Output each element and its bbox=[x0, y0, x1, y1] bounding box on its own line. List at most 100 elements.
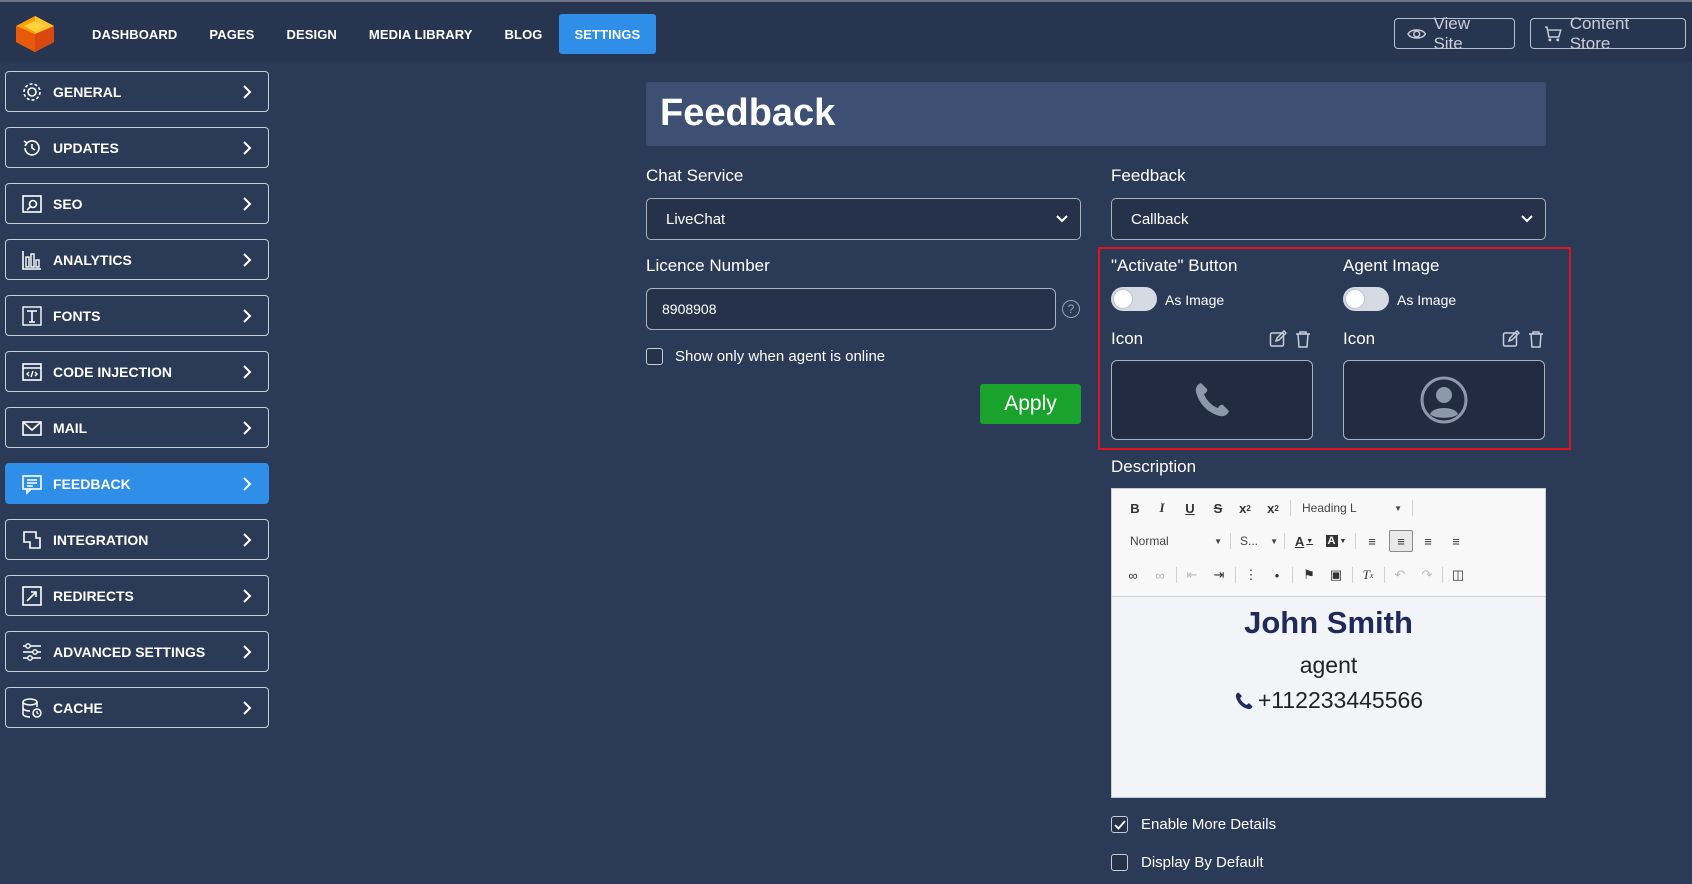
trash-icon[interactable] bbox=[1294, 330, 1312, 348]
sidebar-item-label: REDIRECTS bbox=[53, 587, 134, 604]
text-color-button[interactable]: A ▼ bbox=[1292, 530, 1316, 552]
feedback-label: Feedback bbox=[1111, 166, 1186, 185]
undo-icon[interactable]: ↶ bbox=[1390, 564, 1410, 586]
font-icon bbox=[22, 305, 42, 326]
activate-as-image-toggle[interactable] bbox=[1111, 287, 1157, 311]
align-justify-icon[interactable]: ≡ bbox=[1446, 530, 1466, 552]
page-title: Feedback bbox=[660, 92, 836, 134]
view-site-label: View Site bbox=[1433, 13, 1470, 53]
sidebar-item-mail[interactable]: MAIL bbox=[5, 407, 269, 448]
page-title-box: Feedback bbox=[646, 82, 1546, 146]
bulleted-list-icon[interactable]: • bbox=[1267, 564, 1287, 586]
activate-icon-label: Icon bbox=[1111, 329, 1144, 348]
agent-icon-preview[interactable] bbox=[1343, 360, 1545, 440]
chevron-right-icon bbox=[243, 196, 252, 211]
edit-icon[interactable] bbox=[1269, 330, 1287, 348]
licence-number-value: 8908908 bbox=[662, 301, 717, 317]
sidebar-item-label: CODE INJECTION bbox=[53, 363, 173, 380]
display-by-default-checkbox[interactable] bbox=[1111, 854, 1128, 871]
seo-icon bbox=[22, 194, 42, 213]
strikethrough-button[interactable]: S bbox=[1209, 497, 1227, 519]
description-label: Description bbox=[1111, 457, 1197, 476]
sidebar-item-label: MAIL bbox=[53, 419, 88, 436]
anchor-flag-icon[interactable]: ⚑ bbox=[1299, 564, 1319, 586]
activate-icon-preview[interactable] bbox=[1111, 360, 1313, 440]
agent-name: John Smith bbox=[1244, 605, 1413, 640]
nav-media-library[interactable]: MEDIA LIBRARY bbox=[353, 14, 489, 54]
enable-more-details-checkbox[interactable] bbox=[1111, 816, 1128, 833]
chevron-right-icon bbox=[243, 364, 252, 379]
sidebar-item-integration[interactable]: INTEGRATION bbox=[5, 519, 269, 560]
sidebar-item-label: GENERAL bbox=[53, 83, 122, 100]
chevron-down-icon bbox=[1521, 215, 1533, 223]
online-only-label: Show only when agent is online bbox=[675, 348, 886, 365]
description-editor[interactable]: B I U S x2 x2 Heading L ▼ Normal ▼ S... ▼ A… bbox=[1111, 488, 1546, 798]
nav-settings[interactable]: SETTINGS bbox=[558, 14, 657, 54]
sidebar-item-label: FONTS bbox=[53, 307, 101, 324]
help-icon[interactable]: ? bbox=[1062, 300, 1080, 318]
checkmark-icon bbox=[1113, 819, 1126, 830]
history-icon bbox=[23, 139, 40, 156]
align-left-icon[interactable]: ≡ bbox=[1362, 530, 1382, 552]
chat-service-select[interactable]: LiveChat bbox=[646, 198, 1081, 240]
numbered-list-icon[interactable]: ⋮ bbox=[1241, 564, 1261, 586]
apply-button[interactable]: Apply bbox=[980, 384, 1081, 424]
font-size-dropdown[interactable]: S... ▼ bbox=[1240, 530, 1278, 552]
nav-dashboard[interactable]: DASHBOARD bbox=[76, 14, 193, 54]
sidebar-item-label: CACHE bbox=[53, 699, 103, 716]
store-icon bbox=[1544, 25, 1562, 41]
sidebar-item-fonts[interactable]: FONTS bbox=[5, 295, 269, 336]
chevron-right-icon bbox=[243, 420, 252, 435]
bold-button[interactable]: B bbox=[1126, 497, 1144, 519]
content-store-button[interactable]: Content Store bbox=[1530, 14, 1686, 53]
logo-icon[interactable] bbox=[14, 14, 56, 54]
clear-format-icon[interactable]: Tx bbox=[1358, 564, 1378, 586]
eye-icon bbox=[1407, 28, 1427, 39]
source-icon[interactable]: ◫ bbox=[1448, 564, 1468, 586]
content-store-label: Content Store bbox=[1569, 13, 1630, 53]
cache-icon bbox=[22, 697, 42, 718]
unlink-icon[interactable]: ∞ bbox=[1150, 564, 1170, 586]
sidebar-item-label: SEO bbox=[53, 195, 83, 212]
sidebar-item-seo[interactable]: SEO bbox=[5, 183, 269, 224]
sidebar-item-code-injection[interactable]: CODE INJECTION bbox=[5, 351, 269, 392]
sidebar-item-advanced-settings[interactable]: ADVANCED SETTINGS bbox=[5, 631, 269, 672]
outdent-icon[interactable]: ⇤ bbox=[1182, 564, 1202, 586]
nav-pages[interactable]: PAGES bbox=[193, 14, 270, 54]
sliders-icon bbox=[23, 642, 41, 661]
background-color-button[interactable]: A ▼ bbox=[1323, 530, 1349, 552]
image-icon[interactable]: ▣ bbox=[1326, 564, 1346, 586]
heading-dropdown[interactable]: Heading L ▼ bbox=[1302, 497, 1402, 519]
sidebar-item-label: UPDATES bbox=[53, 139, 119, 156]
sidebar-item-updates[interactable]: UPDATES bbox=[5, 127, 269, 168]
underline-button[interactable]: U bbox=[1181, 497, 1199, 519]
nav-design[interactable]: DESIGN bbox=[270, 14, 352, 54]
sidebar-item-cache[interactable]: CACHE bbox=[5, 687, 269, 728]
activate-button-label: "Activate" Button bbox=[1111, 256, 1238, 275]
redo-icon[interactable]: ↷ bbox=[1417, 564, 1437, 586]
sidebar-item-analytics[interactable]: ANALYTICS bbox=[5, 239, 269, 280]
edit-icon[interactable] bbox=[1502, 330, 1520, 348]
online-only-checkbox[interactable] bbox=[646, 348, 663, 365]
align-center-icon[interactable]: ≡ bbox=[1389, 530, 1413, 552]
format-dropdown[interactable]: Normal ▼ bbox=[1130, 530, 1222, 552]
agent-as-image-toggle[interactable] bbox=[1343, 287, 1389, 311]
gear-icon bbox=[23, 82, 41, 101]
chat-service-value: LiveChat bbox=[666, 210, 726, 228]
agent-icon-label: Icon bbox=[1343, 329, 1376, 348]
italic-button[interactable]: I bbox=[1153, 497, 1171, 519]
subscript-button[interactable]: x2 bbox=[1236, 497, 1254, 519]
align-right-icon[interactable]: ≡ bbox=[1418, 530, 1438, 552]
activate-as-image-label: As Image bbox=[1165, 292, 1225, 308]
view-site-button[interactable]: View Site bbox=[1394, 14, 1515, 53]
sidebar-item-redirects[interactable]: REDIRECTS bbox=[5, 575, 269, 616]
indent-icon[interactable]: ⇥ bbox=[1209, 564, 1229, 586]
nav-blog[interactable]: BLOG bbox=[489, 14, 559, 54]
link-icon[interactable]: ∞ bbox=[1123, 564, 1143, 586]
trash-icon[interactable] bbox=[1527, 330, 1545, 348]
feedback-select[interactable]: Callback bbox=[1111, 198, 1546, 240]
superscript-button[interactable]: x2 bbox=[1264, 497, 1282, 519]
sidebar-item-feedback[interactable]: FEEDBACK bbox=[5, 463, 269, 504]
sidebar-item-general[interactable]: GENERAL bbox=[5, 71, 269, 112]
licence-number-input[interactable]: 8908908 bbox=[646, 288, 1056, 330]
